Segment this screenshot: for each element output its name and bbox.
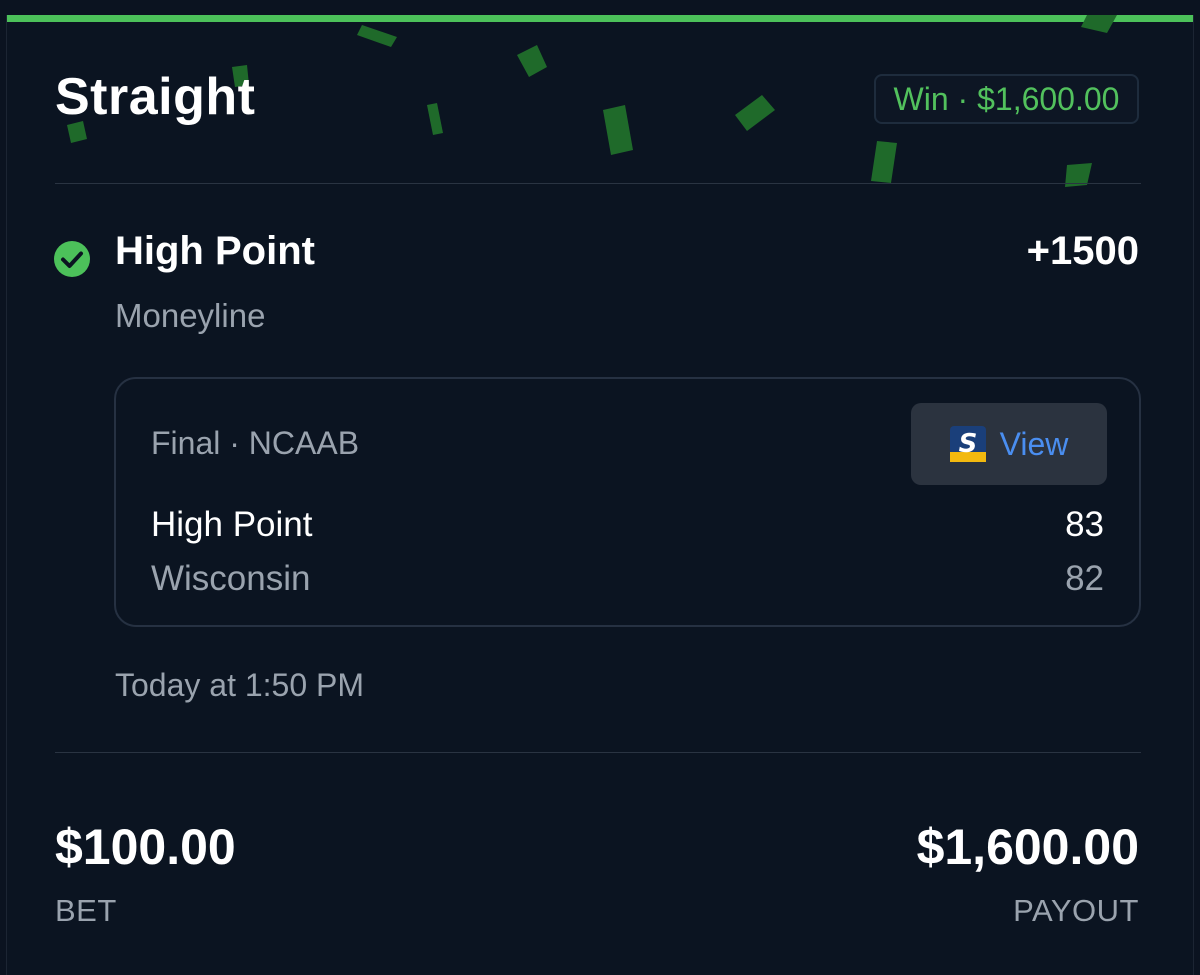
svg-text:S: S (958, 429, 977, 459)
game-team-name: High Point (151, 505, 313, 544)
pick-odds: +1500 (1026, 229, 1139, 273)
view-game-button[interactable]: S View (911, 403, 1107, 485)
payout-amount: $1,600.00 (916, 819, 1139, 875)
check-circle-icon (54, 241, 90, 277)
pick-team: High Point (115, 229, 315, 273)
pick-market: Moneyline (115, 297, 266, 334)
bet-card: Straight Win · $1,600.00 High Point +150… (6, 15, 1194, 975)
divider (55, 183, 1141, 184)
scores-app-logo-icon: S (949, 426, 986, 462)
bet-type-title: Straight (55, 68, 256, 126)
game-team-score: 83 (1065, 505, 1104, 544)
bet-timestamp: Today at 1:50 PM (115, 667, 365, 703)
game-status: Final · NCAAB (151, 425, 360, 461)
bet-label: BET (55, 893, 117, 928)
game-scoreboard: Final · NCAAB S View High Point 83 Wisco… (114, 377, 1141, 627)
game-team-score: 82 (1065, 559, 1104, 598)
payout-label: PAYOUT (1013, 893, 1139, 928)
game-team-name: Wisconsin (151, 559, 311, 598)
view-button-label: View (999, 425, 1069, 462)
divider (55, 752, 1141, 753)
bet-amount: $100.00 (55, 819, 236, 875)
win-status-badge: Win · $1,600.00 (874, 74, 1139, 124)
